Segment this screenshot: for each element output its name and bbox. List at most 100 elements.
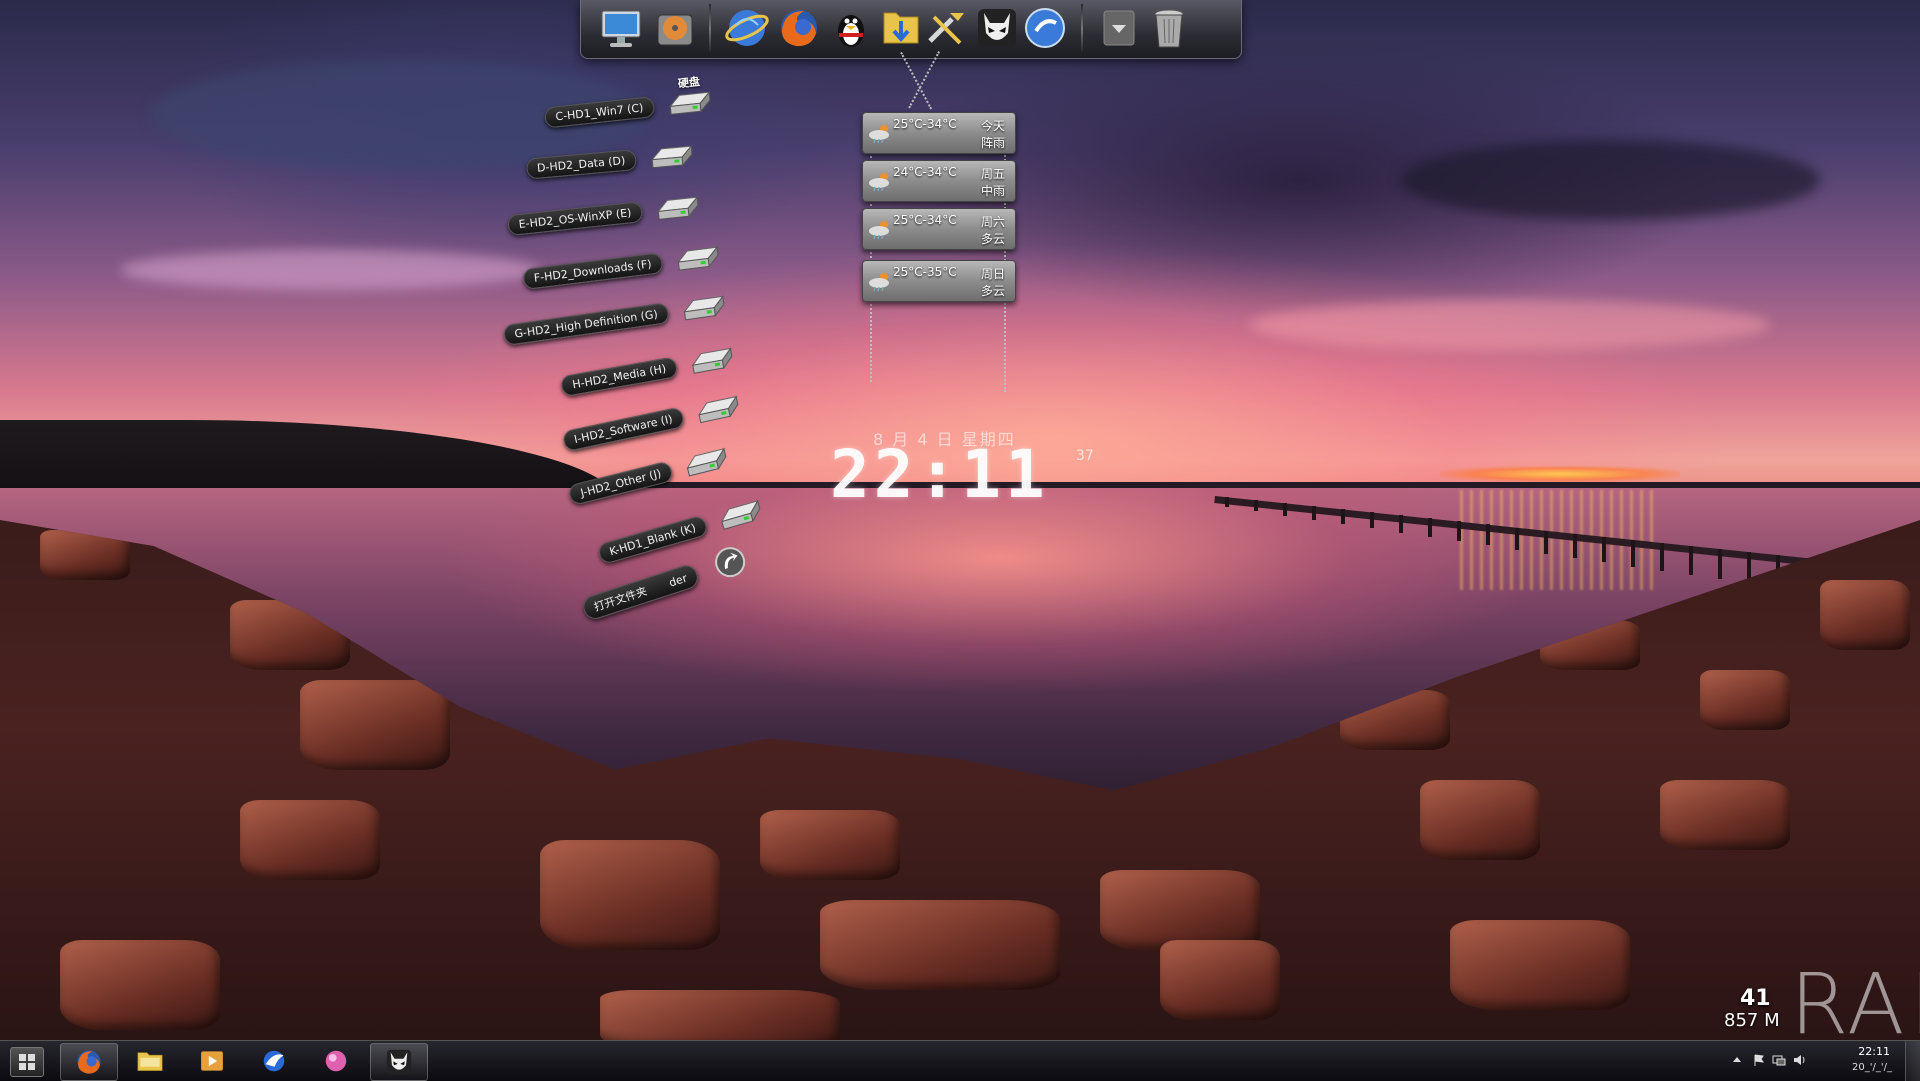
downloads-dock-item[interactable] bbox=[875, 3, 927, 53]
hard-drive-icon bbox=[672, 239, 722, 278]
dock-separator bbox=[709, 4, 711, 52]
rain-cloud-icon bbox=[869, 221, 889, 240]
pier-post bbox=[1399, 515, 1403, 533]
tray-clock-date[interactable]: 20_'/_'/_ bbox=[1852, 1062, 1892, 1073]
pier-post bbox=[1660, 542, 1664, 571]
rock bbox=[1420, 780, 1540, 860]
cloud bbox=[1400, 140, 1820, 220]
up-arrow-icon[interactable] bbox=[1730, 1053, 1744, 1067]
qq-penguin-icon bbox=[838, 15, 864, 47]
hard-drive-icon bbox=[678, 288, 728, 328]
hard-disk-dock-item[interactable] bbox=[649, 3, 701, 53]
drive-label[interactable]: D-HD2_Data (D) bbox=[525, 149, 638, 180]
drive-label-suffix: der bbox=[667, 571, 689, 590]
clock-seconds: 37 bbox=[1076, 448, 1094, 464]
hard-drive-icon bbox=[652, 189, 701, 228]
rain-cloud-icon bbox=[869, 273, 889, 292]
pier-post bbox=[1631, 539, 1635, 567]
rock bbox=[1820, 580, 1910, 650]
folder-icon bbox=[137, 1052, 163, 1071]
trash-icon bbox=[1154, 9, 1184, 48]
drive-label[interactable]: E-HD2_OS-WinXP (E) bbox=[506, 201, 644, 237]
pier-post bbox=[1457, 521, 1461, 542]
dock-menu-button[interactable] bbox=[1093, 3, 1145, 53]
qq-dock-item[interactable] bbox=[825, 3, 877, 53]
windows-orb-icon bbox=[19, 1054, 35, 1070]
chain bbox=[900, 51, 934, 110]
clock-time: 22:11 bbox=[830, 436, 1049, 513]
top-dock bbox=[580, 0, 1242, 59]
weather-temperature: 25°C-34°C bbox=[893, 213, 957, 227]
weather-day: 周日 bbox=[980, 267, 1005, 281]
computer-dock-item[interactable] bbox=[595, 3, 647, 53]
taskbar-pink-orb[interactable] bbox=[308, 1043, 364, 1079]
network-icon[interactable] bbox=[1772, 1053, 1786, 1067]
weather-day-card[interactable]: 24°C-34°C 周五中雨 bbox=[862, 160, 1016, 202]
rock bbox=[1450, 920, 1630, 1010]
taskbar-alien[interactable] bbox=[370, 1043, 428, 1081]
pier-post bbox=[1283, 503, 1287, 516]
recycle-bin-dock-item[interactable] bbox=[1143, 3, 1195, 53]
rock bbox=[1660, 780, 1790, 850]
pier-post bbox=[1515, 527, 1519, 550]
weather-condition: 阵雨 bbox=[980, 136, 1005, 150]
weather-day: 周五 bbox=[980, 167, 1005, 181]
weather-condition: 中雨 bbox=[980, 184, 1005, 198]
media-player-icon bbox=[201, 1051, 223, 1071]
weather-day: 周六 bbox=[980, 215, 1005, 229]
ram-used: 857 M bbox=[1724, 1010, 1780, 1031]
firefox-icon bbox=[77, 1050, 101, 1074]
weather-temperature: 25°C-35°C bbox=[893, 265, 957, 279]
weather-day-card[interactable]: 25°C-34°C 周六 多云 bbox=[862, 208, 1016, 250]
weather-temperature: 25°C-34°C bbox=[893, 117, 957, 131]
ram-percent: 41 bbox=[1740, 986, 1771, 1011]
rock bbox=[60, 940, 220, 1030]
taskbar-media[interactable] bbox=[184, 1043, 240, 1079]
pier-post bbox=[1486, 524, 1490, 546]
system-tray: 22:11 20_'/_'/_ bbox=[1720, 1041, 1920, 1081]
weather-day-card[interactable]: 25°C-35°C 周日 多云 bbox=[862, 260, 1016, 302]
pier-post bbox=[1602, 536, 1606, 563]
pier-post bbox=[1428, 518, 1432, 537]
folder-download-icon bbox=[883, 12, 919, 44]
taskbar-explorer[interactable] bbox=[122, 1043, 178, 1079]
rock bbox=[1700, 670, 1790, 730]
alien-mask-icon bbox=[386, 1049, 412, 1075]
pier-post bbox=[1341, 509, 1345, 525]
firefox-icon bbox=[781, 10, 817, 47]
hard-disk-icon bbox=[657, 14, 693, 46]
drive-badge: 硬盘 bbox=[677, 75, 701, 91]
weather-day-card[interactable]: 25°C-34°C 今天 阵雨 bbox=[862, 112, 1016, 154]
blue-orb-play-icon bbox=[1025, 8, 1065, 48]
city-lights bbox=[1440, 466, 1680, 482]
pink-orb-icon bbox=[325, 1050, 347, 1072]
flag-icon[interactable] bbox=[1752, 1053, 1766, 1067]
drive-label[interactable]: C-HD1_Win7 (C) bbox=[543, 96, 656, 129]
taskbar-thunder[interactable] bbox=[246, 1043, 302, 1079]
media-player-dock-item[interactable] bbox=[1019, 3, 1071, 53]
firefox-dock-item[interactable] bbox=[773, 3, 825, 53]
internet-explorer-dock-item[interactable] bbox=[721, 3, 773, 53]
pier-post bbox=[1225, 497, 1229, 508]
rock bbox=[820, 900, 1060, 990]
tools-dock-item[interactable] bbox=[921, 3, 973, 53]
alien-mask-icon bbox=[978, 9, 1016, 47]
start-button[interactable] bbox=[10, 1047, 44, 1077]
rock bbox=[300, 680, 450, 770]
taskbar-firefox[interactable] bbox=[60, 1043, 118, 1081]
rock bbox=[1100, 870, 1260, 950]
dropdown-arrow-icon bbox=[1103, 10, 1135, 46]
volume-icon[interactable] bbox=[1792, 1053, 1806, 1067]
rain-cloud-icon bbox=[869, 173, 889, 192]
pier-post bbox=[1689, 545, 1693, 575]
rain-cloud-icon bbox=[869, 125, 889, 144]
show-desktop-button[interactable] bbox=[1905, 1041, 1920, 1081]
alien-dock-item[interactable] bbox=[971, 3, 1023, 53]
weather-widget: 25°C-34°C 今天 阵雨 24°C-34°C 周五 中雨 25°C-34°C 周六 多云 2… bbox=[858, 51, 1018, 392]
tray-clock-time[interactable]: 22:11 bbox=[1858, 1045, 1890, 1058]
bird-icon bbox=[263, 1050, 285, 1072]
pier-post bbox=[1573, 533, 1577, 559]
wrench-tools-icon bbox=[928, 13, 964, 45]
weather-temperature: 24°C-34°C bbox=[893, 165, 957, 179]
pier-post bbox=[1544, 530, 1548, 554]
